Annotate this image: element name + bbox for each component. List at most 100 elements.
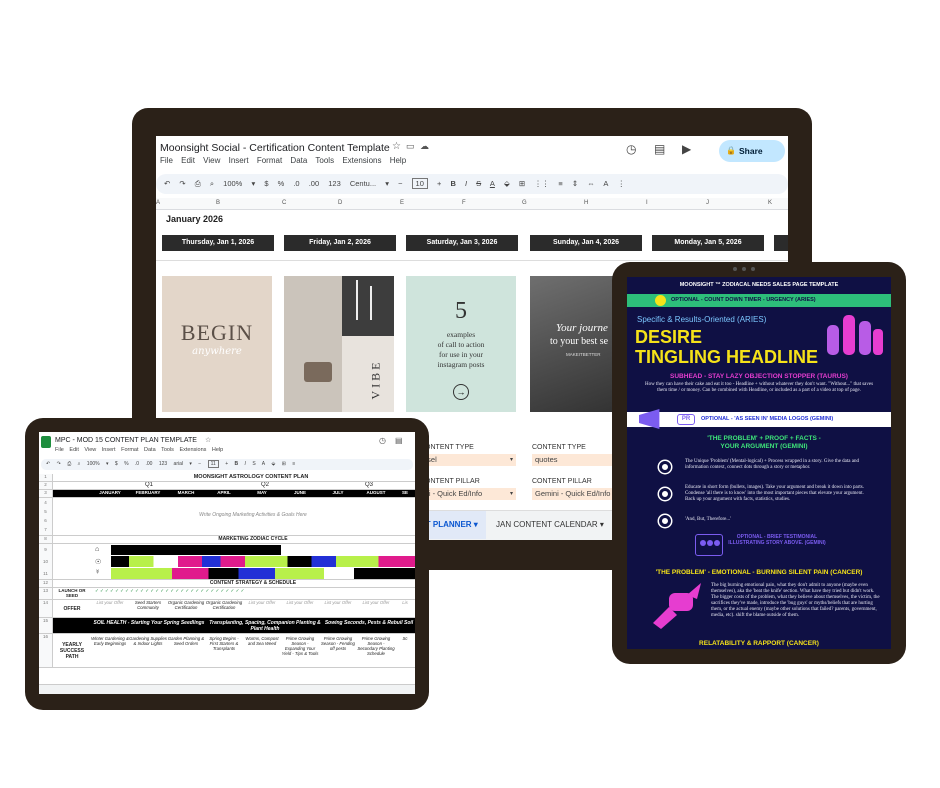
font-size-input[interactable]: 10 — [411, 178, 428, 189]
doc-title[interactable]: MPC - MOD 15 CONTENT PLAN TEMPLATE — [55, 437, 197, 444]
offer-cell[interactable]: List your Offer — [243, 600, 281, 605]
increase-decimal-button[interactable]: .00 — [309, 179, 319, 188]
comment-icon[interactable]: ▤ — [654, 142, 665, 156]
menu-help[interactable]: Help — [212, 447, 223, 453]
history-icon[interactable]: ◷ — [626, 142, 636, 156]
chevron-down-icon[interactable]: ▾ — [106, 461, 109, 467]
checkbox-row[interactable]: ✓ ✓ ✓ ✓ ✓ ✓ ✓ ✓ ✓ ✓ ✓ ✓ ✓ ✓ ✓ ✓ ✓ ✓ ✓ ✓ … — [95, 588, 413, 594]
path-cell[interactable]: Prime Growing Season - Secondary Plantin… — [357, 636, 395, 656]
history-icon[interactable]: ◷ — [379, 436, 386, 445]
print-icon[interactable]: ⎙ — [67, 461, 71, 467]
col-header[interactable]: F — [462, 200, 466, 206]
offer-cell[interactable]: Lis — [395, 600, 415, 605]
tab-jan-content-calendar[interactable]: JAN CONTENT CALENDAR ▾ — [496, 511, 604, 539]
undo-icon[interactable]: ↶ — [46, 461, 50, 467]
font-size-increase[interactable]: + — [437, 179, 441, 188]
menu-tools[interactable]: Tools — [315, 156, 334, 165]
path-cell[interactable]: Prime Growing Season - Fending off pests — [319, 636, 357, 651]
offer-cell[interactable]: List your Offer — [319, 600, 357, 605]
path-cell[interactable]: Worms, Compost and Sea Weed — [243, 636, 281, 646]
path-cell[interactable]: Gardening Supplies & Indoor Lights — [129, 636, 167, 646]
decrease-decimal-button[interactable]: .0 — [135, 461, 139, 467]
menu-extensions[interactable]: Extensions — [342, 156, 381, 165]
post-image-vibe[interactable]: VIBE — [284, 276, 394, 412]
folder-icon[interactable]: ▭ — [406, 141, 415, 152]
more-icon[interactable]: ⋮ — [617, 179, 625, 188]
print-icon[interactable]: ⎙ — [195, 179, 201, 188]
zoom-select[interactable]: 100% — [87, 461, 100, 467]
cloud-icon[interactable]: ☁ — [420, 141, 429, 152]
merge-icon[interactable]: ⋮⋮ — [534, 179, 549, 188]
increase-decimal-button[interactable]: .00 — [145, 461, 152, 467]
offer-cell[interactable]: List your Offer — [281, 600, 319, 605]
col-header[interactable]: B — [216, 200, 220, 206]
percent-button[interactable]: % — [124, 461, 128, 467]
font-size-decrease[interactable]: − — [198, 461, 201, 467]
italic-button[interactable]: I — [465, 179, 467, 188]
col-header[interactable]: E — [400, 200, 404, 206]
offer-cell[interactable]: List your Offer — [91, 600, 129, 605]
path-cell[interactable]: Sc — [395, 636, 415, 641]
menu-file[interactable]: File — [55, 447, 64, 453]
rotate-icon[interactable]: A — [603, 179, 608, 188]
currency-button[interactable]: $ — [264, 179, 268, 188]
path-cell[interactable]: Spring Begins - First Starters & Transpl… — [205, 636, 243, 651]
offer-cell[interactable]: Seed Starters Community — [129, 600, 167, 610]
offer-cell[interactable]: Organic Gardening Certification — [167, 600, 205, 610]
strikethrough-button[interactable]: S — [252, 461, 255, 467]
share-button[interactable]: 🔒 Share — [719, 140, 785, 162]
font-size-decrease[interactable]: − — [398, 179, 402, 188]
col-header[interactable]: K — [768, 200, 772, 206]
undo-icon[interactable]: ↶ — [164, 179, 170, 188]
redo-icon[interactable]: ↷ — [179, 179, 185, 188]
align-icon[interactable]: ≡ — [292, 461, 295, 467]
font-size-input[interactable]: 11 — [207, 460, 219, 468]
percent-button[interactable]: % — [278, 179, 285, 188]
decrease-decimal-button[interactable]: .0 — [293, 179, 299, 188]
col-header[interactable]: C — [282, 200, 286, 206]
col-header[interactable]: J — [706, 200, 709, 206]
wrap-icon[interactable]: ⇔ — [587, 179, 595, 188]
note-cell[interactable]: Write Ongoing Marketing Activities & Goa… — [91, 512, 415, 518]
offer-cell[interactable]: List your Offer — [357, 600, 395, 605]
path-cell[interactable]: Prime Growing Season - Expanding Your Yi… — [281, 636, 319, 656]
video-call-icon[interactable]: ▶ — [682, 142, 691, 156]
star-icon[interactable]: ☆ — [392, 141, 401, 152]
offer-cell[interactable]: Organic Gardening Certification — [205, 600, 243, 610]
col-header[interactable]: A — [156, 200, 160, 206]
menu-format[interactable]: Format — [121, 447, 138, 453]
menu-data[interactable]: Data — [290, 156, 307, 165]
paint-format-icon[interactable]: ⌕ — [78, 461, 81, 467]
valign-icon[interactable]: ⇕ — [572, 179, 578, 188]
menu-insert[interactable]: Insert — [229, 156, 249, 165]
col-header[interactable]: I — [646, 200, 648, 206]
post-image-begin[interactable]: BEGIN anywhere — [162, 276, 272, 412]
font-size-increase[interactable]: + — [225, 461, 228, 467]
align-icon[interactable]: ≡ — [558, 179, 562, 188]
doc-title[interactable]: Moonsight Social - Certification Content… — [160, 142, 390, 154]
chevron-down-icon[interactable]: ▾ — [251, 179, 255, 188]
menu-edit[interactable]: Edit — [181, 156, 195, 165]
currency-button[interactable]: $ — [115, 461, 118, 467]
fill-color-icon[interactable]: ⬙ — [272, 461, 276, 467]
paint-format-icon[interactable]: ⌕ — [210, 179, 214, 188]
star-icon[interactable]: ☆ — [205, 436, 211, 444]
chevron-down-icon[interactable]: ▾ — [189, 461, 192, 467]
col-header[interactable]: G — [522, 200, 527, 206]
content-pillar-select[interactable]: ini - Quick Ed/Info ▾ — [420, 488, 516, 500]
borders-icon[interactable]: ⊞ — [519, 179, 525, 188]
menu-extensions[interactable]: Extensions — [179, 447, 206, 453]
menu-format[interactable]: Format — [257, 156, 282, 165]
number-format-button[interactable]: 123 — [328, 179, 341, 188]
number-format-button[interactable]: 123 — [159, 461, 167, 467]
menu-insert[interactable]: Insert — [102, 447, 116, 453]
bold-button[interactable]: B — [450, 179, 455, 188]
comment-icon[interactable]: ▤ — [395, 436, 403, 445]
menu-view[interactable]: View — [84, 447, 96, 453]
path-cell[interactable]: Garden Planning & Seed Orders — [167, 636, 205, 646]
chevron-down-icon[interactable]: ▾ — [385, 179, 389, 188]
strikethrough-button[interactable]: S — [476, 179, 481, 188]
fill-color-icon[interactable]: ⬙ — [504, 179, 510, 188]
text-color-button[interactable]: A — [262, 461, 265, 467]
menu-file[interactable]: File — [160, 156, 173, 165]
